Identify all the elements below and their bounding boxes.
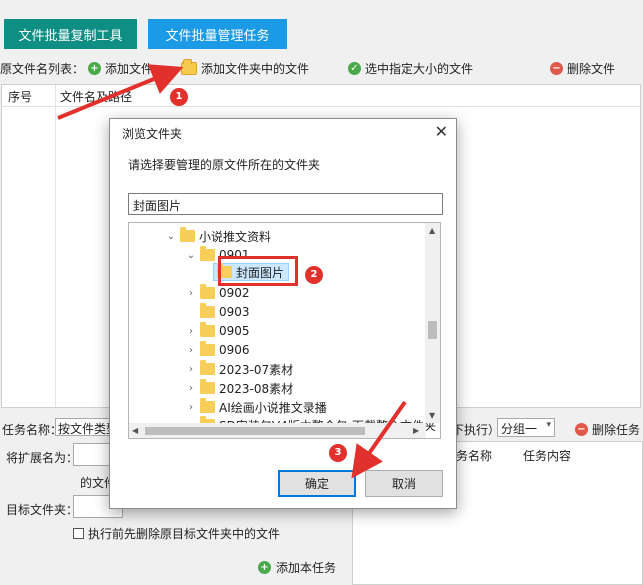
chevron-right-icon[interactable]: ›	[185, 288, 197, 299]
tree-node[interactable]: › 0905	[185, 322, 250, 340]
step-badge-3: 3	[329, 444, 347, 462]
chevron-right-icon[interactable]: ›	[185, 383, 197, 394]
chevron-right-icon[interactable]: ›	[185, 326, 197, 337]
tree-node-label: AI绘画小说推文录播	[219, 400, 327, 415]
chevron-down-icon: ▾	[546, 420, 551, 430]
folder-icon	[200, 379, 215, 394]
folder-icon	[200, 246, 215, 261]
browse-folder-dialog: 浏览文件夹 ✕ 请选择要管理的原文件所在的文件夹 封面图片 ⌄ 小说推文资料 ⌄ 0…	[109, 118, 457, 509]
column-divider	[55, 85, 56, 407]
add-task-label: 添加本任务	[276, 561, 337, 575]
tree-node-label: 0903	[219, 305, 250, 319]
minus-icon: −	[575, 423, 588, 436]
cancel-button[interactable]: 取消	[365, 470, 443, 497]
close-icon[interactable]: ✕	[435, 122, 448, 141]
minus-icon: −	[550, 62, 563, 75]
dialog-title: 浏览文件夹	[122, 127, 183, 141]
delete-before-label: 执行前先删除原目标文件夹中的文件	[88, 527, 281, 541]
file-list-toolbar: 原文件名列表： + 添加文件 添加文件夹中的文件 ✓ 选中指定大小的文件 − 删…	[0, 56, 643, 80]
tree-vertical-scrollbar[interactable]: ▲ ▼	[425, 223, 440, 423]
add-folder-files-button[interactable]: 添加文件夹中的文件	[181, 59, 310, 77]
chevron-right-icon[interactable]: ›	[185, 364, 197, 375]
check-icon: ✓	[348, 62, 361, 75]
folder-add-icon	[181, 59, 197, 75]
tree-node[interactable]: › 0906	[185, 341, 250, 359]
column-task-name: 务名称	[456, 449, 493, 463]
tree-node[interactable]: › 2023-07素材	[185, 360, 293, 378]
folder-icon	[200, 322, 215, 337]
folder-icon	[200, 360, 215, 375]
highlight-box	[218, 256, 298, 286]
chevron-down-icon[interactable]: ⌄	[165, 231, 177, 242]
folder-icon	[200, 303, 215, 318]
delete-file-button[interactable]: − 删除文件	[550, 60, 615, 77]
exec-hint-text: 下执行）	[452, 423, 501, 437]
extension-label: 将扩展名为：	[6, 451, 79, 465]
column-task-content: 任务内容	[523, 449, 572, 463]
folder-tree[interactable]: ⌄ 小说推文资料 ⌄ 0901 封面图片 › 0902 0903 › 0905 › 090…	[128, 222, 441, 439]
tree-horizontal-scrollbar[interactable]: ◀ ▶	[129, 423, 426, 438]
group-select-value: 分组一	[501, 422, 538, 436]
scrollbar-thumb[interactable]	[428, 321, 437, 339]
folder-icon	[180, 227, 195, 242]
delete-task-button[interactable]: − 删除任务	[575, 421, 640, 438]
scroll-right-icon[interactable]: ▶	[413, 426, 419, 435]
tree-node-label: 0905	[219, 324, 250, 338]
folder-icon	[200, 341, 215, 356]
tree-node-label: 小说推文资料	[199, 229, 272, 244]
column-index: 序号	[8, 90, 33, 104]
add-task-button[interactable]: + 添加本任务	[258, 559, 336, 576]
delete-before-option[interactable]: 执行前先删除原目标文件夹中的文件	[73, 525, 280, 542]
step-badge-1: 1	[170, 88, 188, 106]
tree-node[interactable]: › 0902	[185, 284, 250, 302]
group-select[interactable]: 分组一 ▾	[497, 418, 555, 437]
tree-node-label: 2023-07素材	[219, 362, 294, 377]
tab-file-manage-task[interactable]: 文件批量管理任务	[148, 19, 287, 49]
tree-node[interactable]: 0903	[197, 303, 250, 321]
scrollbar-thumb[interactable]	[145, 427, 365, 435]
chevron-down-icon[interactable]: ⌄	[185, 250, 197, 261]
tree-node[interactable]: › 2023-08素材	[185, 379, 293, 397]
file-list-header: 序号 文件名及路径	[2, 85, 640, 107]
add-file-label: 添加文件	[105, 62, 154, 76]
tree-node-label: 0906	[219, 343, 250, 357]
scroll-up-icon[interactable]: ▲	[429, 226, 435, 235]
plus-icon: +	[88, 62, 101, 75]
tree-node[interactable]: › AI绘画小说推文录播	[185, 398, 327, 416]
task-name-label: 任务名称：	[2, 423, 63, 437]
folder-icon	[200, 398, 215, 413]
ok-button[interactable]: 确定	[278, 470, 356, 497]
column-file-path: 文件名及路径	[60, 90, 133, 104]
tree-node[interactable]: ⌄ 小说推文资料	[165, 227, 271, 245]
add-folder-files-label: 添加文件夹中的文件	[201, 62, 310, 76]
folder-icon	[200, 284, 215, 299]
select-by-size-button[interactable]: ✓ 选中指定大小的文件	[348, 60, 473, 77]
target-folder-label: 目标文件夹：	[6, 503, 79, 517]
tree-node-label: 2023-08素材	[219, 381, 294, 396]
folder-name-input[interactable]: 封面图片	[128, 193, 443, 215]
source-file-list-label: 原文件名列表：	[0, 62, 85, 76]
delete-before-checkbox[interactable]	[73, 528, 84, 539]
scroll-left-icon[interactable]: ◀	[132, 426, 138, 435]
plus-icon: +	[258, 561, 271, 574]
delete-file-label: 删除文件	[567, 62, 616, 76]
select-by-size-label: 选中指定大小的文件	[365, 62, 474, 76]
tab-file-copy-tool[interactable]: 文件批量复制工具	[4, 19, 137, 49]
chevron-right-icon[interactable]: ›	[185, 402, 197, 413]
chevron-right-icon[interactable]: ›	[185, 345, 197, 356]
delete-task-label: 删除任务	[592, 423, 641, 437]
scroll-down-icon[interactable]: ▼	[429, 411, 435, 420]
add-file-button[interactable]: + 添加文件	[88, 60, 153, 77]
step-badge-2: 2	[305, 266, 323, 284]
dialog-prompt: 请选择要管理的原文件所在的文件夹	[128, 158, 321, 172]
tree-node-label: 0902	[219, 286, 250, 300]
